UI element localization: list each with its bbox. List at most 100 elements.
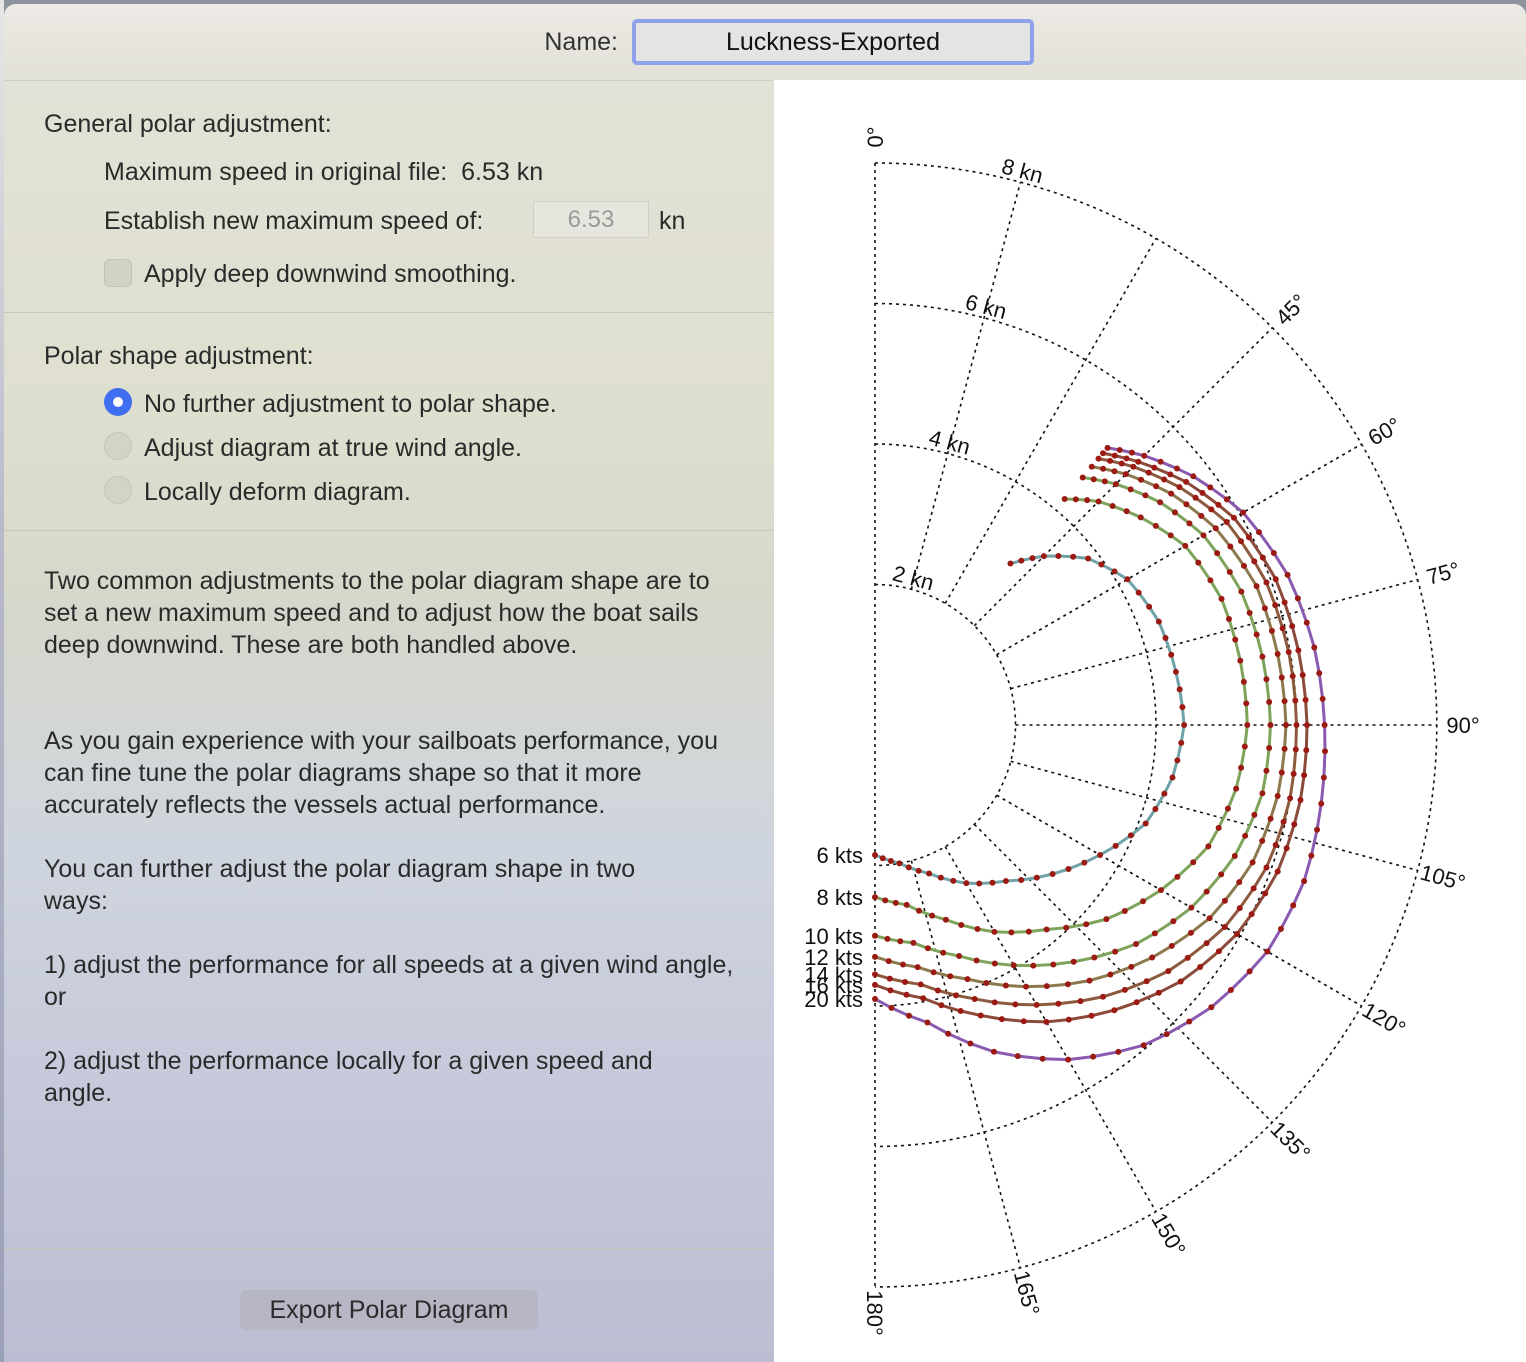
smoothing-checkbox[interactable] xyxy=(104,259,132,287)
new-max-speed-input[interactable]: 6.53 xyxy=(533,201,649,238)
polar-point xyxy=(1221,897,1228,904)
polar-point xyxy=(1070,553,1077,560)
radio-no-adjustment[interactable] xyxy=(104,388,132,416)
polar-point xyxy=(1128,963,1135,970)
polar-point xyxy=(1263,767,1270,774)
angle-label: 0° xyxy=(863,126,888,147)
polar-point xyxy=(1292,697,1299,704)
angle-label: 165° xyxy=(1009,1268,1045,1318)
polar-point xyxy=(1178,739,1185,746)
polar-point xyxy=(1095,498,1102,505)
polar-point xyxy=(1240,562,1247,569)
polar-point xyxy=(1278,769,1285,776)
polar-point xyxy=(1186,520,1193,527)
polar-point xyxy=(1274,651,1281,658)
polar-point xyxy=(1095,455,1102,462)
polar-point xyxy=(1250,885,1257,892)
polar-point xyxy=(1098,561,1105,568)
help-paragraph: You can further adjust the polar diagram… xyxy=(44,855,636,915)
polar-point xyxy=(920,995,927,1002)
polar-point xyxy=(991,928,998,935)
polar-curve xyxy=(874,465,1288,989)
help-paragraph: 1) adjust the performance for all speeds… xyxy=(44,951,734,1011)
polar-point xyxy=(1263,864,1270,871)
polar-point xyxy=(1065,1016,1072,1023)
polar-point xyxy=(1227,543,1234,550)
polar-point xyxy=(872,971,878,978)
export-polar-diagram-button[interactable]: Export Polar Diagram xyxy=(240,1290,538,1330)
polar-point xyxy=(903,991,910,998)
polar-point xyxy=(1168,651,1175,658)
polar-point xyxy=(1208,1004,1215,1011)
smoothing-label: Apply deep downwind smoothing. xyxy=(144,260,517,288)
polar-point xyxy=(1124,576,1131,583)
polar-point xyxy=(1203,888,1210,895)
polar-point xyxy=(1289,623,1296,630)
polar-point xyxy=(952,992,959,999)
polar-point xyxy=(1299,672,1306,679)
polar-point xyxy=(1155,618,1162,625)
polar-point xyxy=(1170,918,1177,925)
polar-point xyxy=(958,921,965,928)
polar-point xyxy=(1176,484,1183,491)
polar-point xyxy=(1281,745,1288,752)
radio-adjust-wind-angle[interactable] xyxy=(104,432,132,460)
polar-point xyxy=(1182,542,1189,549)
polar-point xyxy=(1109,502,1116,509)
polar-point xyxy=(1157,458,1164,465)
polar-point xyxy=(1320,774,1327,781)
polar-point xyxy=(914,964,921,971)
polar-point xyxy=(945,1030,952,1037)
polar-point xyxy=(1152,805,1159,812)
polar-point xyxy=(1281,698,1288,705)
polar-point xyxy=(924,945,931,952)
polar-point xyxy=(1270,549,1277,556)
polar-point xyxy=(1218,871,1225,878)
polar-point xyxy=(1140,898,1147,905)
polar-curve xyxy=(874,554,1186,885)
polar-point xyxy=(1002,878,1009,885)
polar-point xyxy=(1112,948,1119,955)
polar-point xyxy=(1207,484,1214,491)
polar-point xyxy=(1316,670,1323,677)
polar-point xyxy=(1084,497,1091,504)
help-paragraph: 2) adjust the performance locally for a … xyxy=(44,1047,653,1107)
angle-label: 45° xyxy=(1271,289,1312,330)
polar-point xyxy=(872,995,878,1002)
polar-point xyxy=(1188,904,1195,911)
name-field[interactable] xyxy=(632,19,1034,65)
polar-point xyxy=(1043,983,1050,990)
polar-point xyxy=(1103,916,1110,923)
polar-point xyxy=(1167,532,1174,539)
polar-point xyxy=(1190,859,1197,866)
polar-point xyxy=(1233,785,1240,792)
polar-point xyxy=(1121,907,1128,914)
new-max-speed-label: Establish new maximum speed of: xyxy=(104,207,484,235)
radio-local-deform[interactable] xyxy=(104,476,132,504)
polar-point xyxy=(1283,845,1290,852)
polar-point xyxy=(998,1016,1005,1023)
polar-point xyxy=(1263,579,1270,586)
polar-point xyxy=(915,867,922,874)
polar-point xyxy=(1072,496,1079,503)
radio-local-deform-label: Locally deform diagram. xyxy=(144,478,411,506)
help-paragraph: Two common adjustments to the polar diag… xyxy=(44,567,710,659)
polar-point xyxy=(1199,489,1206,496)
radial-label: 4 kn xyxy=(926,425,973,460)
section-divider xyxy=(4,312,774,313)
polar-point xyxy=(1285,649,1292,656)
polar-point xyxy=(1314,826,1321,833)
polar-point xyxy=(938,1002,945,1009)
polar-point xyxy=(903,901,910,908)
polar-point xyxy=(1240,509,1247,516)
polar-point xyxy=(929,912,936,919)
angle-label: 105° xyxy=(1418,860,1468,896)
polar-point xyxy=(905,864,912,871)
polar-point xyxy=(1029,555,1036,562)
angle-spoke xyxy=(910,181,1022,590)
polar-point xyxy=(872,851,878,858)
polar-point xyxy=(1012,1001,1019,1008)
polar-point xyxy=(1133,999,1140,1006)
polar-point xyxy=(1301,772,1308,779)
polar-point xyxy=(1187,929,1194,936)
